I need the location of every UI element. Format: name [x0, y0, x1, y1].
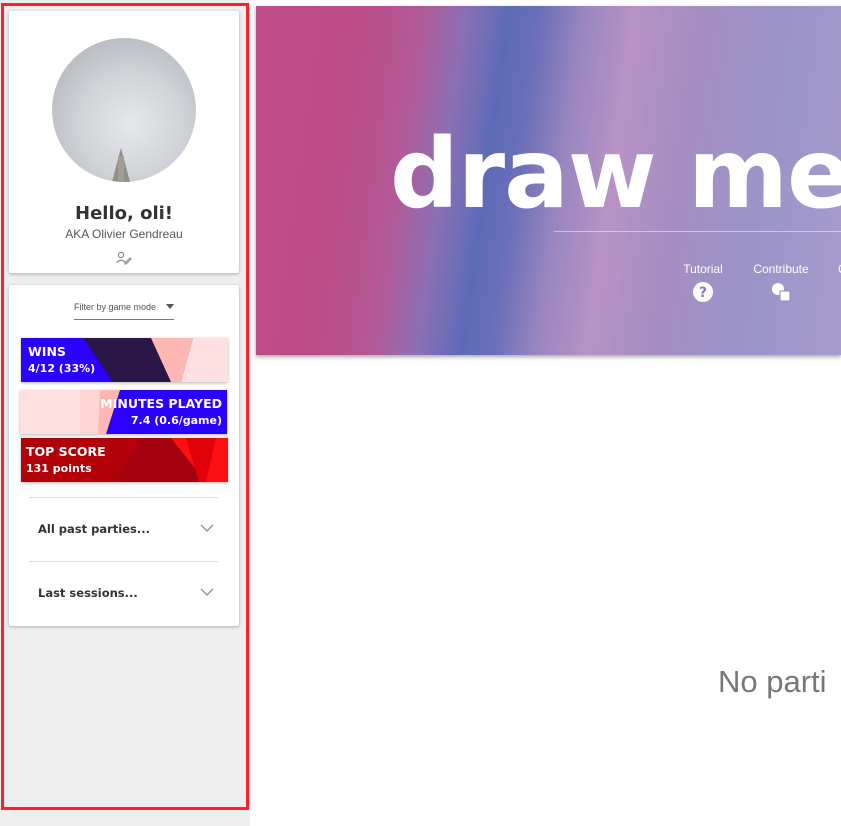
- chevron-down-icon: [200, 588, 214, 597]
- nav-tutorial[interactable]: Tutorial ?: [678, 262, 728, 303]
- last-sessions-label: Last sessions...: [38, 586, 138, 600]
- hero-divider: [554, 231, 841, 232]
- hero-title: draw me s: [390, 118, 841, 230]
- profile-greeting: Hello, oli!: [75, 203, 173, 224]
- minutes-played-stat: MINUTES PLAYED 7.4 (0.6/game): [20, 390, 227, 434]
- last-sessions-accordion[interactable]: Last sessions...: [29, 578, 218, 608]
- wins-value: 4/12 (33%): [28, 362, 96, 375]
- profile-card: Hello, oli! AKA Olivier Gendreau: [9, 11, 239, 273]
- avatar: [52, 38, 196, 182]
- minutes-label: MINUTES PLAYED: [100, 396, 222, 411]
- nav-contribute[interactable]: Contribute: [750, 262, 812, 303]
- svg-text:?: ?: [699, 285, 707, 301]
- stats-card: Filter by game mode WINS 4/12 (33%) MINU…: [9, 285, 239, 626]
- dropdown-caret-icon: [166, 304, 174, 309]
- minutes-value: 7.4 (0.6/game): [130, 414, 222, 427]
- wins-label: WINS: [28, 344, 66, 359]
- nav-tutorial-label: Tutorial: [683, 262, 723, 276]
- game-mode-filter[interactable]: Filter by game mode: [74, 297, 174, 320]
- past-parties-accordion[interactable]: All past parties...: [29, 514, 218, 544]
- top-score-label: TOP SCORE: [26, 444, 106, 459]
- sidebar: Hello, oli! AKA Olivier Gendreau Filter …: [0, 0, 250, 826]
- past-parties-label: All past parties...: [38, 522, 150, 536]
- divider: [29, 497, 218, 498]
- empty-state-text: No parti: [718, 664, 827, 699]
- top-score-value: 131 points: [26, 462, 92, 475]
- divider: [29, 561, 218, 562]
- profile-aka: AKA Olivier Gendreau: [65, 227, 183, 241]
- avatar-spire-body: [118, 156, 124, 182]
- shapes-icon: [772, 283, 791, 302]
- chevron-down-icon: [200, 524, 214, 533]
- hero-banner: draw me s Tutorial ? Contribute C: [256, 6, 841, 355]
- nav-contribute-label: Contribute: [753, 262, 809, 276]
- top-score-stat: TOP SCORE 131 points: [21, 438, 228, 482]
- question-circle-icon: ?: [693, 282, 713, 302]
- wins-stat: WINS 4/12 (33%): [21, 338, 228, 382]
- filter-placeholder: Filter by game mode: [74, 302, 157, 312]
- edit-profile-icon[interactable]: [116, 251, 132, 265]
